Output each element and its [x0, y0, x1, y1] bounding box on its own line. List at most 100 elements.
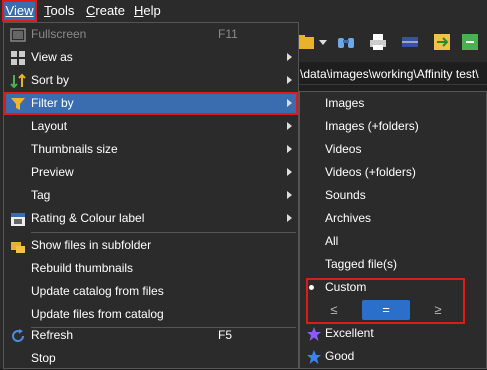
filter-item-label: Excellent	[325, 326, 374, 340]
menu-item-label: Show files in subfolder	[31, 238, 152, 252]
filter-item-videos[interactable]: Videos	[300, 138, 486, 161]
menu-item-label: Stop	[31, 351, 56, 365]
selected-dot-icon	[309, 285, 314, 290]
filter-item-label: Custom	[325, 280, 367, 294]
menu-item-tag[interactable]: Tag	[4, 184, 298, 207]
sort-icon	[10, 73, 26, 89]
compare-label: ≤	[330, 302, 338, 317]
fullscreen-icon	[10, 28, 26, 42]
menu-create[interactable]: Create	[86, 0, 125, 22]
submenu-arrow-icon	[287, 191, 292, 199]
filter-item-label: Sounds	[325, 188, 366, 202]
submenu-arrow-icon	[287, 76, 292, 84]
menu-help-mnemonic: H	[134, 3, 144, 18]
compare-greater-equal-button[interactable]: ≥	[414, 300, 462, 320]
submenu-arrow-icon	[287, 122, 292, 130]
menu-item-label: View as	[31, 50, 73, 64]
menu-item-label: Layout	[31, 119, 68, 133]
filter-item-videos-folders[interactable]: Videos (+folders)	[300, 161, 486, 184]
filter-item-custom[interactable]: Custom	[300, 276, 486, 299]
filter-item-sounds[interactable]: Sounds	[300, 184, 486, 207]
filter-by-submenu: Images Images (+folders) Videos Videos (…	[299, 91, 487, 369]
filter-item-images[interactable]: Images	[300, 92, 486, 115]
menu-bar: View Tools Create Help	[0, 0, 487, 22]
folder-icon[interactable]	[296, 32, 316, 52]
menu-item-thumbnails-size[interactable]: Thumbnails size	[4, 138, 298, 161]
grid-view-icon	[11, 51, 25, 65]
refresh-icon	[12, 329, 25, 343]
submenu-arrow-icon	[287, 99, 292, 107]
submenu-arrow-icon	[287, 53, 292, 61]
menu-item-rating-colour[interactable]: Rating & Colour label	[4, 207, 298, 230]
menu-item-update-files[interactable]: Update files from catalog	[4, 303, 298, 326]
menu-item-refresh[interactable]: Refresh F5	[4, 324, 298, 347]
star-icon	[307, 350, 321, 364]
compare-equal-button[interactable]: =	[362, 300, 410, 320]
filter-item-excellent[interactable]: Excellent	[300, 322, 486, 345]
menu-item-label: Refresh	[31, 328, 74, 342]
menu-create-mnemonic: C	[86, 3, 96, 18]
binoculars-icon[interactable]	[336, 32, 356, 52]
compare-label: =	[382, 302, 390, 317]
submenu-arrow-icon	[287, 214, 292, 222]
menu-view[interactable]: View	[2, 0, 37, 22]
path-bar[interactable]: \data\images\working\Affinity test\	[296, 64, 487, 85]
menu-item-shortcut: F11	[218, 27, 238, 41]
menu-separator	[31, 232, 296, 233]
filter-item-label: Archives	[325, 211, 372, 225]
filter-item-all[interactable]: All	[300, 230, 486, 253]
menu-item-label: Rating & Colour label	[31, 211, 145, 225]
menu-view-label: View	[5, 3, 34, 18]
menu-item-label: Filter by	[31, 96, 74, 110]
path-text: \data\images\working\Affinity test\	[300, 67, 479, 81]
toolbar	[296, 22, 487, 62]
submenu-arrow-icon	[287, 145, 292, 153]
calendar-icon	[11, 213, 25, 226]
convert-icon[interactable]	[432, 32, 452, 52]
filter-item-label: Videos	[325, 142, 362, 156]
menu-item-label: Update catalog from files	[31, 284, 164, 298]
menu-item-view-as[interactable]: View as	[4, 46, 298, 69]
compare-less-equal-button[interactable]: ≤	[310, 300, 358, 320]
menu-item-filter-by[interactable]: Filter by	[4, 92, 298, 115]
print-icon[interactable]	[368, 32, 388, 52]
filter-item-tagged[interactable]: Tagged file(s)	[300, 253, 486, 276]
menu-item-label: Sort by	[31, 73, 70, 87]
filter-item-label: Images	[325, 96, 365, 110]
export-icon[interactable]	[460, 32, 480, 52]
menu-item-sort-by[interactable]: Sort by	[4, 69, 298, 92]
menu-item-label: Thumbnails size	[31, 142, 118, 156]
subfolder-icon	[11, 242, 25, 253]
menu-create-label: reate	[95, 3, 126, 18]
menu-tools[interactable]: Tools	[44, 0, 74, 22]
menu-help[interactable]: Help	[134, 0, 161, 22]
dropdown-arrow-icon[interactable]	[318, 32, 328, 52]
menu-item-preview[interactable]: Preview	[4, 161, 298, 184]
menu-item-shortcut: F5	[218, 328, 233, 342]
filter-item-label: Tagged file(s)	[325, 257, 398, 271]
menu-item-label: Tag	[31, 188, 51, 202]
menu-item-show-subfolder[interactable]: Show files in subfolder	[4, 234, 298, 257]
filter-item-good[interactable]: Good	[300, 345, 486, 368]
filter-item-label: Images (+folders)	[325, 119, 419, 133]
compare-label: ≥	[434, 302, 442, 317]
menu-item-rebuild-thumbnails[interactable]: Rebuild thumbnails	[4, 257, 298, 280]
submenu-arrow-icon	[287, 168, 292, 176]
menu-item-label: Preview	[31, 165, 74, 179]
scanner-icon[interactable]	[400, 32, 420, 52]
filter-item-images-folders[interactable]: Images (+folders)	[300, 115, 486, 138]
menu-item-label: Update files from catalog	[31, 307, 164, 321]
menu-tools-label: ools	[50, 3, 75, 18]
view-menu: Fullscreen F11 View as Sort by Filter by…	[3, 22, 299, 369]
filter-item-archives[interactable]: Archives	[300, 207, 486, 230]
menu-item-update-catalog[interactable]: Update catalog from files	[4, 280, 298, 303]
menu-item-fullscreen[interactable]: Fullscreen F11	[4, 23, 298, 46]
menu-item-stop[interactable]: Stop	[4, 347, 298, 370]
menu-item-label: Fullscreen	[31, 27, 87, 41]
filter-item-label: Good	[325, 349, 355, 363]
menu-item-layout[interactable]: Layout	[4, 115, 298, 138]
menu-help-label: elp	[143, 3, 161, 18]
star-icon	[307, 327, 321, 341]
menu-item-label: Rebuild thumbnails	[31, 261, 134, 275]
filter-item-label: All	[325, 234, 339, 248]
